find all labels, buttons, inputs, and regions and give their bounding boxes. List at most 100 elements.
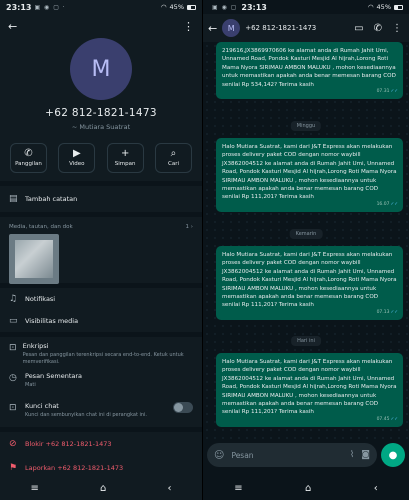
back-arrow-icon[interactable]: ← (208, 23, 217, 34)
home-icon[interactable]: ⌂ (305, 483, 311, 494)
chat-panel: ▣ ◉ ▢ 23:13 ◠ 45% ← M +62 812-1821-1473 … (203, 0, 409, 500)
contact-info-topbar: ← ⋮ (0, 14, 202, 38)
read-ticks-icon: ✓✓ (390, 309, 398, 315)
composer-bar: ☺ Pesan ⌇ ◙ ● (203, 440, 409, 470)
back-icon[interactable]: ‹ (374, 483, 378, 494)
add-contact-icon: + (120, 148, 130, 159)
message-list[interactable]: 219616,JX3869970606 ke alamat anda di Ru… (203, 42, 409, 440)
message-meta: 07.13✓✓ (377, 310, 398, 317)
media-section: Media, tautan, dan dok 1 › (0, 217, 202, 284)
search-button[interactable]: ⌕ Cari (154, 143, 192, 173)
encryption-title: Enkripsi (22, 342, 49, 350)
save-contact-button[interactable]: + Simpan (106, 143, 144, 173)
status-battery-text: 45% (376, 3, 391, 11)
message-input[interactable]: ☺ Pesan ⌇ ◙ (207, 443, 377, 467)
quick-actions: ✆ Panggilan ▶ Video + Simpan ⌕ Cari (0, 131, 202, 181)
notifications-row[interactable]: ♫ Notifikasi (0, 288, 202, 310)
more-options-icon[interactable]: ⋮ (392, 23, 402, 34)
chat-lock-icon: ⊡ (9, 403, 17, 413)
report-label: Laporkan +62 812-1821-1473 (25, 464, 124, 472)
media-title: Media, tautan, dan dok (9, 224, 73, 230)
status-time: 23:13 (241, 2, 267, 12)
media-visibility-row[interactable]: ▭ Visibilitas media (0, 310, 202, 332)
media-thumbnail-image (15, 240, 53, 278)
media-thumbnail[interactable] (9, 234, 59, 284)
video-call-icon[interactable]: ▭ (354, 23, 363, 34)
message-time: 07.31 (376, 89, 390, 95)
encryption-text: Enkripsi Pesan dan panggilan terenkripsi… (23, 342, 193, 365)
status-right: ◠ 45% (368, 3, 403, 11)
message-time: 16.07 (376, 201, 390, 207)
attach-icon[interactable]: ⌇ (350, 450, 354, 460)
avatar[interactable]: M (70, 38, 132, 100)
recents-icon[interactable]: ≡ (234, 483, 242, 494)
wifi-icon: ◠ (160, 3, 167, 11)
chat-header-actions: ▭ ✆ ⋮ (354, 23, 404, 34)
block-row[interactable]: ⊘ Blokir +62 812-1821-1473 (0, 432, 202, 456)
note-icon: ▤ (9, 194, 18, 204)
status-time: 23:13 (6, 2, 32, 12)
timer-icon: ◷ (9, 373, 17, 383)
image-icon: ▭ (9, 316, 18, 326)
avatar[interactable]: M (222, 19, 241, 37)
status-notification-icons: ▣ ◉ ▢ (212, 3, 238, 11)
report-icon: ⚑ (9, 463, 18, 473)
phone-icon[interactable]: ✆ (374, 23, 382, 34)
back-arrow-icon[interactable]: ← (8, 21, 17, 32)
message-bubble[interactable]: 219616,JX3869970606 ke alamat anda di Ru… (216, 42, 403, 99)
read-ticks-icon: ✓✓ (390, 89, 398, 95)
camera-icon[interactable]: ◙ (361, 450, 370, 460)
phone-icon: ✆ (24, 148, 33, 159)
contact-pushname: ~ Mutiara Suatrat (71, 123, 131, 131)
add-note-label: Tambah catatan (25, 195, 78, 203)
message-text: 219616,JX3869970606 ke alamat anda di Ru… (222, 48, 396, 88)
search-icon: ⌕ (170, 148, 177, 159)
search-label: Cari (167, 161, 179, 167)
media-count: 1 (185, 224, 190, 230)
encryption-row[interactable]: ⊡ Enkripsi Pesan dan panggilan terenkrip… (0, 337, 202, 367)
disappearing-sub: Mati (25, 382, 36, 388)
call-button[interactable]: ✆ Panggilan (10, 143, 47, 173)
more-options-icon[interactable]: ⋮ (183, 21, 194, 32)
notifications-label: Notifikasi (25, 295, 56, 303)
recents-icon[interactable]: ≡ (31, 483, 39, 494)
message-time: 07.45 (376, 416, 390, 422)
chat-lock-text: Kunci chat Kunci dan sembunyikan chat in… (25, 402, 147, 419)
read-ticks-icon: ✓✓ (390, 201, 398, 207)
block-icon: ⊘ (9, 439, 17, 449)
chat-lock-toggle[interactable] (173, 402, 193, 413)
disappearing-title: Pesan Sementara (25, 372, 83, 380)
emoji-icon[interactable]: ☺ (214, 450, 224, 461)
video-call-button[interactable]: ▶ Video (58, 143, 96, 173)
chat-lock-row[interactable]: ⊡ Kunci chat Kunci dan sembunyikan chat … (0, 397, 202, 427)
chat-title[interactable]: +62 812-1821-1473 (245, 24, 349, 32)
contact-info-panel: 23:13 ▣ ◉ ▢ · ◠ 45% ← ⋮ M +62 812-1821-1… (0, 0, 202, 500)
call-label: Panggilan (15, 161, 42, 167)
message-placeholder: Pesan (231, 450, 254, 460)
message-bubble[interactable]: Halo Mutiara Suatrat, kami dari J&T Expr… (216, 138, 403, 212)
disappearing-messages-row[interactable]: ◷ Pesan Sementara Mati (0, 367, 202, 397)
home-icon[interactable]: ⌂ (100, 483, 106, 494)
encryption-sub: Pesan dan panggilan terenkripsi secara e… (22, 352, 184, 365)
mic-icon: ● (388, 449, 398, 461)
message-text: Halo Mutiara Suatrat, kami dari J&T Expr… (222, 252, 397, 309)
status-notification-icons: ▣ ◉ ▢ · (34, 3, 66, 11)
date-chip: Minggu (290, 121, 322, 131)
video-label: Video (69, 161, 85, 167)
chevron-right-icon: › (190, 224, 193, 230)
message-text: Halo Mutiara Suatrat, kami dari J&T Expr… (222, 359, 397, 416)
back-icon[interactable]: ‹ (167, 483, 171, 494)
date-chip: Kemarin (289, 229, 323, 239)
message-meta: 07.45✓✓ (377, 417, 398, 424)
message-bubble[interactable]: Halo Mutiara Suatrat, kami dari J&T Expr… (216, 246, 403, 320)
media-header[interactable]: Media, tautan, dan dok 1 › (0, 217, 202, 234)
system-navbar: ≡ ⌂ ‹ (203, 476, 409, 500)
media-visibility-label: Visibilitas media (25, 317, 79, 325)
add-note-row[interactable]: ▤ Tambah catatan (0, 186, 202, 212)
save-label: Simpan (114, 161, 136, 167)
video-icon: ▶ (72, 148, 81, 159)
message-bubble[interactable]: Halo Mutiara Suatrat, kami dari J&T Expr… (216, 353, 403, 427)
chat-header: ← M +62 812-1821-1473 ▭ ✆ ⋮ (203, 14, 409, 42)
chat-lock-sub: Kunci dan sembunyikan chat ini di perang… (25, 412, 148, 418)
mic-button[interactable]: ● (381, 443, 405, 467)
